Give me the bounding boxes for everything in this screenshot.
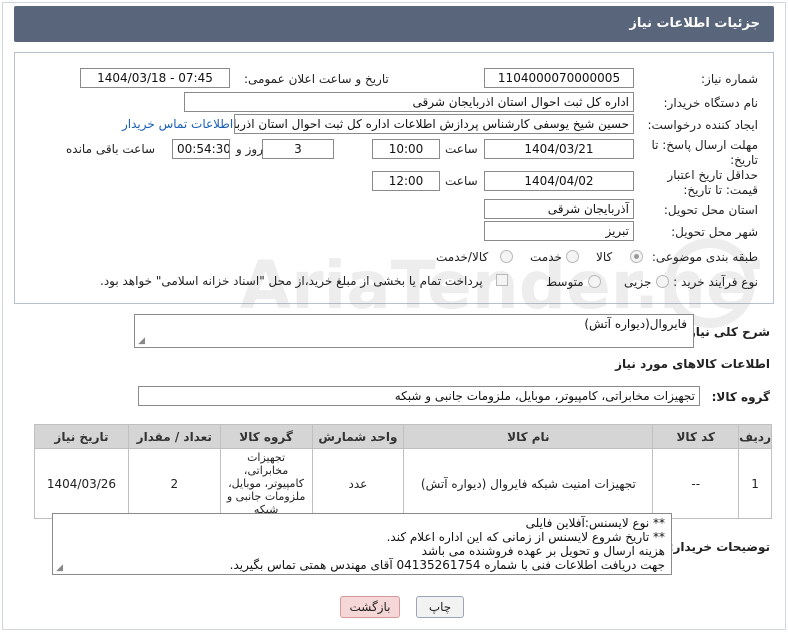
notes-line-4: جهت دریافت اطلاعات فنی با شماره 04135261… <box>229 558 665 572</box>
col-date: تاریخ نیاز <box>34 424 129 449</box>
goods-group-label: گروه کالا: <box>711 390 770 404</box>
notes-line-3: هزینه ارسال و تحویل بر عهده فروشنده می ب… <box>421 544 665 558</box>
description-textarea[interactable]: فایروال(دیواره آتش) ◢ <box>134 314 694 348</box>
process-option-medium: متوسط <box>546 275 584 289</box>
goods-table: ردیف کد کالا نام کالا واحد شمارش گروه کا… <box>34 424 772 519</box>
category-option-goods-service: کالا/خدمت <box>436 250 489 264</box>
need-number-field: 1104000070000005 <box>484 68 634 88</box>
days-field: 3 <box>262 139 334 159</box>
category-radio-service[interactable] <box>566 250 579 263</box>
price-date-field: 1404/04/02 <box>484 171 634 191</box>
price-time-field: 12:00 <box>372 171 440 191</box>
creator-field: حسین شیخ یوسفی کارشناس پردازش اطلاعات اد… <box>234 114 634 134</box>
col-code: کد کالا <box>652 424 740 449</box>
price-validity-label: حداقل تاریخ اعتبار قیمت: تا تاریخ: <box>667 168 758 197</box>
category-radio-goods-service[interactable] <box>500 250 513 263</box>
description-text: فایروال(دیواره آتش) <box>584 317 687 331</box>
notes-textarea[interactable]: ** نوع لایسنس:آفلاین فایلی ** تاریخ شروع… <box>52 513 672 575</box>
reply-time-field: 10:00 <box>372 139 440 159</box>
print-button[interactable]: چاپ <box>416 596 464 618</box>
category-radio-goods[interactable] <box>630 250 643 263</box>
creator-label: ایجاد کننده درخواست: <box>647 118 758 132</box>
col-unit: واحد شمارش <box>311 424 405 449</box>
col-row: ردیف <box>738 424 772 449</box>
cell-name: تجهیزات امنیت شبکه فایروال (دیواره آتش) <box>403 448 654 519</box>
goods-group-field: تجهیزات مخابراتی، کامپیوتر، موبایل، ملزو… <box>138 386 700 406</box>
remaining-time-field: 00:54:30 <box>172 139 230 159</box>
buyer-org-label: نام دستگاه خریدار: <box>663 96 759 110</box>
treasury-payment-note: پرداخت تمام یا بخشی از مبلغ خرید،از محل … <box>100 274 483 288</box>
price-time-label: ساعت <box>445 174 478 188</box>
category-option-goods: کالا <box>596 250 613 264</box>
buyer-org-field: اداره کل ثبت احوال استان اذربایجان شرقی <box>184 92 634 112</box>
col-group: گروه کالا <box>219 424 313 449</box>
resize-grip-icon[interactable]: ◢ <box>137 337 145 346</box>
description-label: شرح کلی نیاز: <box>684 325 770 339</box>
col-name: نام کالا <box>403 424 654 449</box>
table-row: 1 -- تجهیزات امنیت شبکه فایروال (دیواره … <box>34 448 772 519</box>
cell-date: 1404/03/26 <box>34 448 129 519</box>
treasury-payment-checkbox[interactable] <box>496 274 508 286</box>
reply-deadline-label: مهلت ارسال پاسخ: تا تاریخ: <box>651 138 758 167</box>
cell-qty: 2 <box>127 448 221 519</box>
category-option-service: خدمت <box>530 250 562 264</box>
goods-section-title: اطلاعات کالاهای مورد نیاز <box>615 357 770 371</box>
announce-label: تاریخ و ساعت اعلان عمومی: <box>244 72 389 86</box>
notes-line-1: ** نوع لایسنس:آفلاین فایلی <box>525 516 665 530</box>
announce-field: 1404/03/18 - 07:45 <box>80 68 230 88</box>
process-option-partial: جزیی <box>624 275 652 289</box>
reply-date-field: 1404/03/21 <box>484 139 634 159</box>
delivery-province-label: استان محل تحویل: <box>663 203 758 217</box>
reply-time-label: ساعت <box>445 142 478 156</box>
process-radio-partial[interactable] <box>656 275 669 288</box>
delivery-city-label: شهر محل تحویل: <box>671 225 758 239</box>
notes-line-2: ** تاریخ شروع لایسنس از زمانی که این ادا… <box>386 530 665 544</box>
resize-grip-icon[interactable]: ◢ <box>55 564 63 573</box>
back-button[interactable]: بازگشت <box>340 596 400 618</box>
page-title: جزئیات اطلاعات نیاز <box>14 6 774 42</box>
cell-code: -- <box>652 448 740 519</box>
col-qty: تعداد / مقدار <box>127 424 221 449</box>
remaining-time-label: ساعت باقی مانده <box>66 142 156 156</box>
notes-label: توضیحات خریدار: <box>668 540 770 554</box>
category-label: طبقه بندی موضوعی: <box>651 250 758 264</box>
cell-unit: عدد <box>311 448 405 519</box>
cell-group: تجهیزات مخابراتی، کامپیوتر، موبایل، ملزو… <box>219 448 313 519</box>
delivery-province-field: آذربایجان شرقی <box>484 199 634 219</box>
table-header-row: ردیف کد کالا نام کالا واحد شمارش گروه کا… <box>34 424 772 449</box>
days-label: روز و <box>236 142 263 156</box>
need-number-label: شماره نیاز: <box>701 72 758 86</box>
process-radio-medium[interactable] <box>588 275 601 288</box>
process-label: نوع فرآیند خرید : <box>673 275 758 289</box>
contact-info-link[interactable]: اطلاعات تماس خریدار <box>122 117 233 131</box>
delivery-city-field: تبریز <box>484 221 634 241</box>
cell-row: 1 <box>738 448 772 519</box>
